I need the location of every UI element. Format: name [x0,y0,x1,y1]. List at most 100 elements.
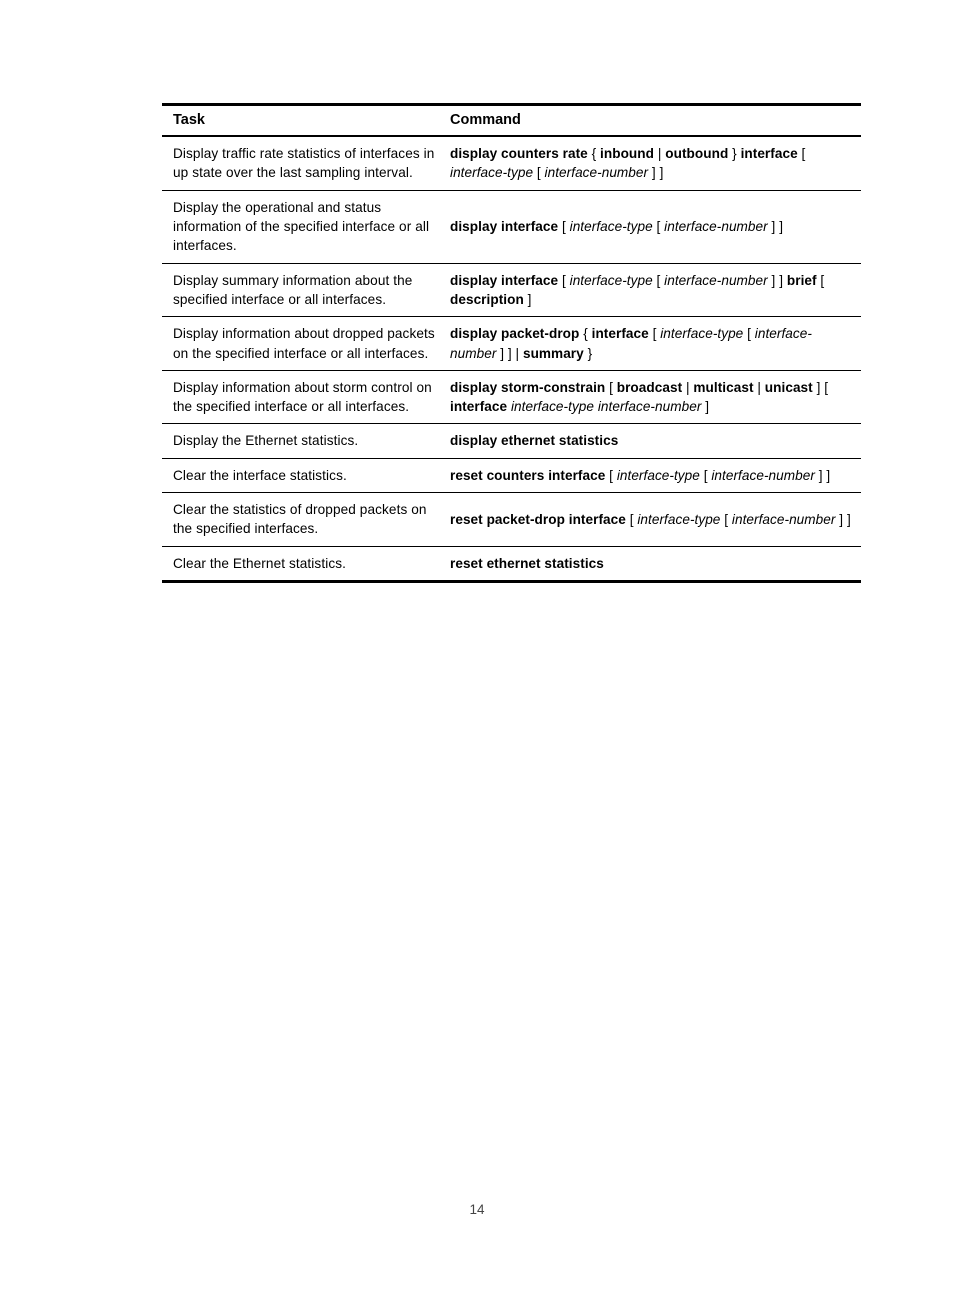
command-syntax: display counters rate { inbound | outbou… [450,146,805,180]
command-syntax: display interface [ interface-type [ int… [450,219,783,234]
command-token-punc: [ [605,467,617,483]
command-token-kw: broadcast [616,379,683,395]
command-token-arg: interface-number [664,219,768,235]
command-token-punc: [ [625,511,638,527]
command-token-kw: display interface [450,219,559,235]
command-token-kw: interface [591,326,649,342]
table-body: Display traffic rate statistics of inter… [162,136,861,583]
command-token-punc: [ [720,511,732,527]
command-token-punc: | [654,146,666,162]
command-token-punc: ] ] | [496,345,523,361]
command-token-punc: { [587,146,601,162]
command-syntax: reset counters interface [ interface-typ… [450,468,830,483]
command-cell: display interface [ interface-type [ int… [444,190,861,264]
command-cell: reset packet-drop interface [ interface-… [444,492,861,547]
column-header-task: Task [162,103,444,138]
table-header-row: Task Command [162,103,861,138]
table-row: Clear the statistics of dropped packets … [162,492,861,547]
command-token-punc: | [682,379,694,395]
task-cell: Clear the statistics of dropped packets … [162,492,444,547]
command-token-kw: unicast [764,379,813,395]
command-token-punc: [ [533,165,545,181]
command-token-kw: multicast [693,379,754,395]
command-cell: reset ethernet statistics [444,546,861,583]
command-token-kw: summary [522,345,584,361]
command-token-kw: brief [786,272,817,288]
command-token-punc: ] ] [648,165,664,181]
command-token-punc: [ [743,326,755,342]
command-cell: display ethernet statistics [444,423,861,459]
command-token-kw: reset packet-drop interface [450,511,626,527]
command-token-arg: interface-number [731,511,836,527]
command-token-arg: interface-type [660,326,744,342]
command-token-punc: ] ] [767,219,784,235]
command-token-punc: [ [558,219,570,235]
command-token-kw: interface [740,146,798,162]
command-token-punc: ] ] [835,511,851,527]
task-cell: Display traffic rate statistics of inter… [162,136,444,191]
command-token-kw: inbound [600,146,654,162]
task-cell: Display the Ethernet statistics. [162,423,444,459]
command-syntax: display ethernet statistics [450,433,618,448]
command-token-kw: display counters rate [450,146,588,162]
command-token-punc: ] ] [814,467,831,483]
task-cell: Clear the interface statistics. [162,458,444,493]
command-token-punc: ] [523,291,532,307]
command-syntax: display packet-drop { interface [ interf… [450,326,812,360]
command-token-kw: display packet-drop [450,326,580,342]
table-header: Task Command [162,103,861,138]
command-cell: reset counters interface [ interface-typ… [444,458,861,493]
command-token-kw: description [450,291,524,307]
table-row: Display traffic rate statistics of inter… [162,136,861,191]
command-token-arg: interface-type [637,511,721,527]
command-syntax: display storm-constrain [ broadcast | mu… [450,380,828,414]
command-token-punc: [ [605,379,617,395]
table-row: Display information about storm control … [162,370,861,425]
page-number: 14 [469,1202,485,1217]
command-token-punc: [ [797,146,806,162]
command-token-kw: display ethernet statistics [450,433,619,449]
command-syntax: reset packet-drop interface [ interface-… [450,512,851,527]
command-token-kw: display storm-constrain [450,379,606,395]
command-token-punc: } [728,146,741,162]
command-token-punc: [ [699,467,712,483]
task-cell: Display information about storm control … [162,370,444,425]
command-token-punc: ] ] [767,272,787,288]
command-token-arg: interface-type [569,219,653,235]
command-syntax: display interface [ interface-type [ int… [450,273,824,307]
command-token-punc: [ [648,326,661,342]
task-cell: Display the operational and status infor… [162,190,444,264]
command-token-punc: } [583,345,593,361]
command-token-arg: interface-type [616,467,700,483]
command-cell: display packet-drop { interface [ interf… [444,316,861,371]
command-token-kw: reset ethernet statistics [450,555,604,571]
table-row: Display summary information about the sp… [162,263,861,318]
task-cell: Display information about dropped packet… [162,316,444,371]
command-cell: display storm-constrain [ broadcast | mu… [444,370,861,425]
command-token-punc: [ [816,272,825,288]
command-token-arg: interface-number [711,467,815,483]
document-page: Task Command Display traffic rate statis… [0,0,954,1296]
table-row: Clear the Ethernet statistics. reset ethe… [162,546,861,583]
command-syntax: reset ethernet statistics [450,556,604,571]
table-row: Clear the interface statistics. reset cou… [162,458,861,493]
command-reference-table: Task Command Display traffic rate statis… [162,103,861,583]
command-token-arg: interface-type [450,165,534,181]
table-row: Display information about dropped packet… [162,316,861,371]
command-token-punc: | [753,379,765,395]
command-cell: display interface [ interface-type [ int… [444,263,861,318]
command-token-punc: ] [812,379,825,395]
task-cell: Display summary information about the sp… [162,263,444,318]
command-token-arg: interface-number [544,165,649,181]
command-token-punc: [ [824,379,829,395]
command-token-arg: interface-type [569,272,653,288]
command-token-arg: interface-type interface-number [510,399,702,415]
command-token-punc: [ [652,272,665,288]
command-token-arg: interface-number [664,272,768,288]
column-header-command: Command [444,103,861,138]
command-token-kw: display interface [450,272,559,288]
command-token-punc: { [579,326,592,342]
command-token-kw: reset counters interface [450,467,606,483]
table-row: Display the Ethernet statistics. display … [162,423,861,459]
command-token-punc: [ [558,272,570,288]
